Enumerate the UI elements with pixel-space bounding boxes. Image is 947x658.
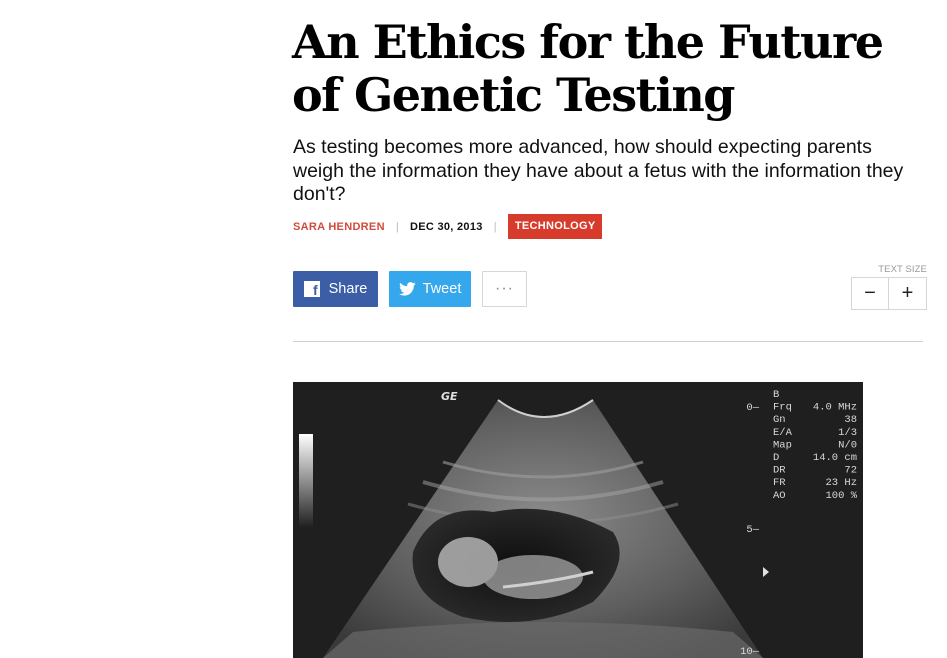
- article-headline: An Ethics for the Future of Genetic Test…: [292, 15, 884, 122]
- readout-key: DR: [773, 465, 786, 477]
- depth-scale-label: 10—: [740, 646, 760, 658]
- readout-value: 23 Hz: [825, 477, 857, 489]
- ultrasound-hero-image: GE B Frq 4.0 MHz Gn 38 E/A 1/3 Map N/0 D 14.0 cm DR…: [293, 382, 863, 658]
- twitter-bird-icon: [398, 282, 416, 296]
- readout-value: 14.0 cm: [813, 452, 857, 464]
- facebook-icon: f: [303, 281, 320, 297]
- readout-key: Frq: [773, 402, 792, 414]
- text-size-label: TEXT SIZE: [878, 264, 927, 275]
- article-byline: SARA HENDREN | DEC 30, 2013 | TECHNOLOGY: [293, 214, 603, 239]
- decrease-text-size-button[interactable]: −: [851, 277, 889, 310]
- readout-value: 1/3: [838, 427, 857, 439]
- section-tag[interactable]: TECHNOLOGY: [507, 214, 603, 239]
- ellipsis-icon: ···: [495, 280, 514, 297]
- readout-key: Map: [773, 439, 792, 451]
- readout-value: 4.0 MHz: [813, 402, 857, 414]
- readout-value: 72: [844, 465, 857, 477]
- readout-value: 38: [844, 414, 857, 426]
- facebook-share-label: Share: [328, 281, 368, 297]
- share-toolbar: f Share Tweet ···: [293, 271, 527, 307]
- text-size-control: TEXT SIZE − +: [851, 264, 927, 310]
- readout-key: D: [773, 452, 779, 464]
- depth-scale-label: 5—: [746, 524, 759, 536]
- author-link[interactable]: SARA HENDREN: [293, 221, 385, 233]
- article-dek: As testing becomes more advanced, how sh…: [293, 136, 904, 205]
- increase-text-size-button[interactable]: +: [889, 277, 927, 310]
- readout-key: E/A: [773, 427, 793, 439]
- facebook-share-button[interactable]: f Share: [293, 271, 378, 307]
- readout-key: FR: [773, 477, 786, 489]
- publish-date: DEC 30, 2013: [409, 220, 483, 233]
- grayscale-bar: [299, 434, 313, 529]
- byline-separator: |: [395, 220, 399, 233]
- twitter-share-label: Tweet: [422, 281, 462, 297]
- section-divider: [293, 341, 923, 342]
- readout-value: 100 %: [825, 490, 857, 502]
- depth-scale-label: 0—: [746, 402, 759, 414]
- readout-value: N/0: [838, 439, 857, 451]
- byline-separator: |: [493, 220, 497, 233]
- ge-logo: GE: [441, 390, 458, 403]
- twitter-share-button[interactable]: Tweet: [389, 271, 471, 307]
- more-share-options-button[interactable]: ···: [482, 271, 527, 307]
- readout-key: Gn: [773, 414, 786, 426]
- readout-key: AO: [773, 490, 786, 502]
- readout-key: B: [773, 389, 779, 401]
